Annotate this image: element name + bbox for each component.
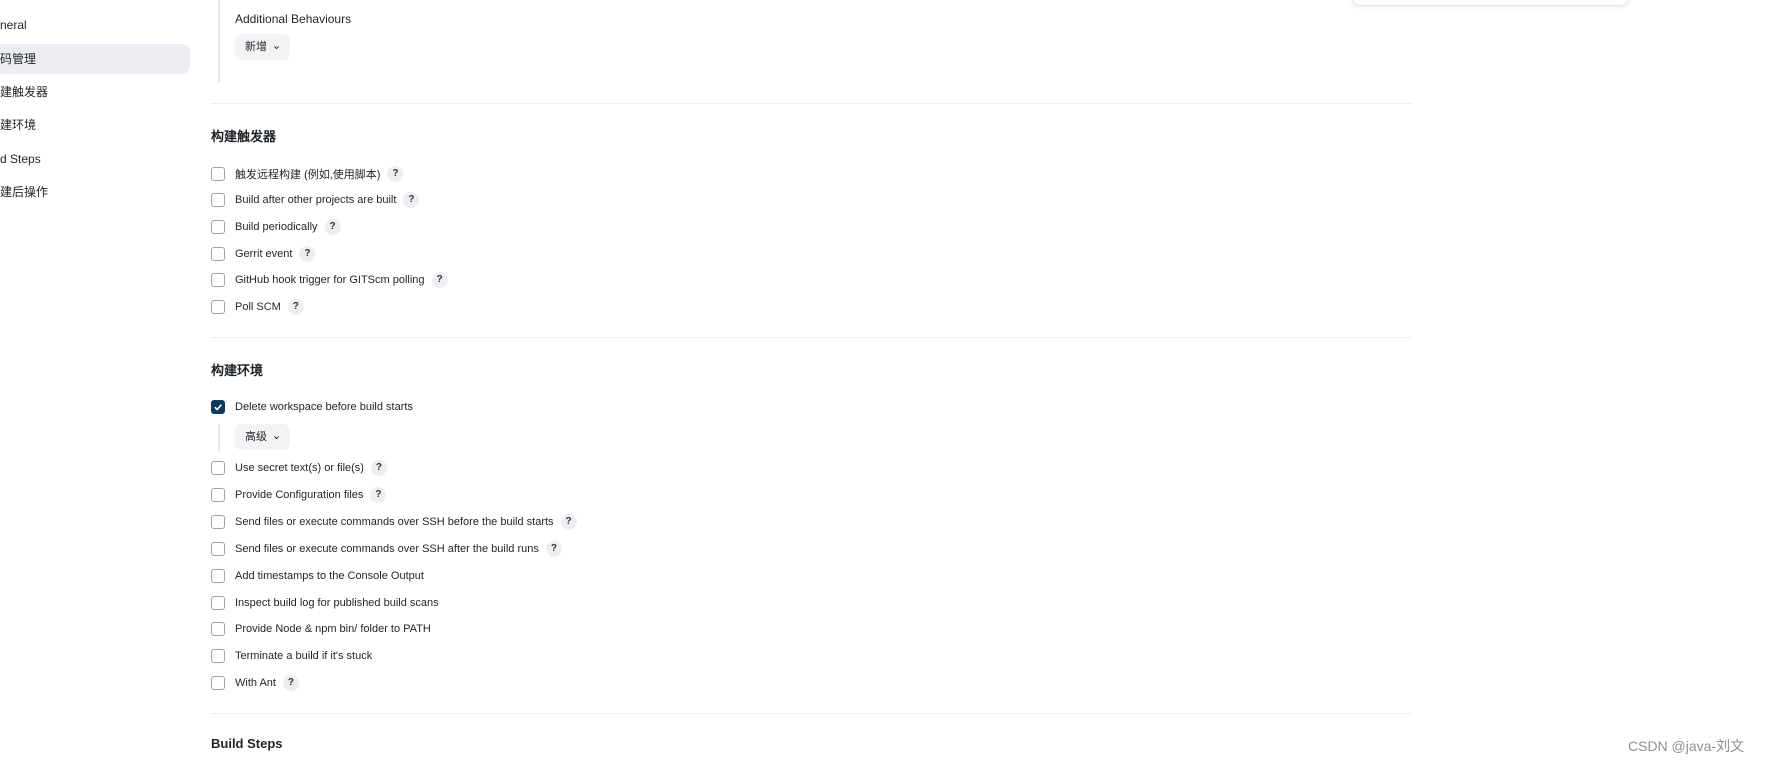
- trigger-remote-checkbox[interactable]: [211, 167, 225, 181]
- trigger-option-row[interactable]: Build after other projects are built ?: [211, 191, 420, 209]
- env-option-row[interactable]: Provide Node & npm bin/ folder to PATH: [211, 620, 431, 638]
- add-behaviour-label: 新增: [245, 41, 267, 53]
- ssh-after-build-checkbox[interactable]: [211, 542, 225, 556]
- env-option-label: Terminate a build if it's stuck: [235, 650, 373, 662]
- help-icon[interactable]: ?: [287, 299, 304, 315]
- trigger-option-label: Gerrit event: [235, 248, 293, 260]
- sidebar-item-build-triggers[interactable]: 建触发器: [0, 77, 190, 107]
- trigger-periodically-checkbox[interactable]: [211, 220, 225, 234]
- trigger-option-label: Build after other projects are built: [235, 194, 397, 206]
- build-steps-title: Build Steps: [211, 736, 283, 751]
- env-option-row[interactable]: Inspect build log for published build sc…: [211, 594, 439, 612]
- sidebar-item-post-build-actions[interactable]: 建后操作: [0, 177, 190, 207]
- help-icon[interactable]: ?: [370, 487, 387, 503]
- env-option-row[interactable]: With Ant ?: [211, 674, 299, 692]
- section-divider: [211, 713, 1412, 714]
- env-option-label: Provide Configuration files: [235, 489, 364, 501]
- build-triggers-title: 构建触发器: [211, 129, 277, 144]
- config-files-checkbox[interactable]: [211, 488, 225, 502]
- watermark: CSDN @java-刘文: [1628, 738, 1745, 754]
- env-option-row[interactable]: Terminate a build if it's stuck: [211, 647, 372, 665]
- trigger-option-label: Build periodically: [235, 221, 318, 233]
- env-option-row[interactable]: Send files or execute commands over SSH …: [211, 513, 577, 531]
- trigger-option-row[interactable]: Gerrit event ?: [211, 245, 316, 263]
- section-divider: [211, 103, 1412, 104]
- chevron-down-icon: [274, 435, 279, 439]
- env-option-label: Provide Node & npm bin/ folder to PATH: [235, 623, 431, 635]
- sidebar: neral 码管理 建触发器 建环境 d Steps 建后操作: [0, 0, 192, 762]
- env-option-label: Send files or execute commands over SSH …: [235, 543, 539, 555]
- env-option-label: Inspect build log for published build sc…: [235, 597, 439, 609]
- help-icon[interactable]: ?: [370, 460, 387, 476]
- help-icon[interactable]: ?: [545, 541, 562, 557]
- chevron-down-icon: [274, 45, 279, 49]
- timestamps-checkbox[interactable]: [211, 569, 225, 583]
- trigger-option-row[interactable]: Build periodically ?: [211, 218, 341, 236]
- trigger-option-row[interactable]: Poll SCM ?: [211, 298, 304, 316]
- inspect-build-log-checkbox[interactable]: [211, 596, 225, 610]
- env-option-row[interactable]: Use secret text(s) or file(s) ?: [211, 459, 387, 477]
- sidebar-item-build-steps[interactable]: d Steps: [0, 144, 190, 174]
- env-option-row[interactable]: Delete workspace before build starts: [211, 398, 413, 416]
- checkmark-icon: [214, 404, 223, 411]
- help-icon[interactable]: ?: [560, 514, 577, 530]
- help-icon[interactable]: ?: [324, 219, 341, 235]
- add-behaviour-button[interactable]: 新增: [235, 34, 290, 60]
- trigger-option-label: 触发远程构建 (例如,使用脚本): [235, 169, 381, 181]
- sidebar-item-build-environment[interactable]: 建环境: [0, 110, 190, 140]
- ssh-before-build-checkbox[interactable]: [211, 515, 225, 529]
- env-option-label: With Ant: [235, 677, 276, 689]
- help-icon[interactable]: ?: [387, 166, 404, 182]
- trigger-option-row[interactable]: GitHub hook trigger for GITScm polling ?: [211, 271, 448, 289]
- help-icon[interactable]: ?: [403, 192, 420, 208]
- help-icon[interactable]: ?: [282, 675, 299, 691]
- trigger-gerrit-event-checkbox[interactable]: [211, 247, 225, 261]
- env-option-label: Send files or execute commands over SSH …: [235, 516, 554, 528]
- sidebar-item-source-code-management[interactable]: 码管理: [0, 44, 190, 74]
- env-option-row[interactable]: Send files or execute commands over SSH …: [211, 540, 562, 558]
- trigger-github-hook-checkbox[interactable]: [211, 273, 225, 287]
- section-divider: [211, 337, 1412, 338]
- sidebar-item-general[interactable]: neral: [0, 10, 190, 40]
- build-environment-title: 构建环境: [211, 363, 264, 378]
- env-option-row[interactable]: Add timestamps to the Console Output: [211, 567, 424, 585]
- env-option-label: Use secret text(s) or file(s): [235, 462, 364, 474]
- advanced-button[interactable]: 高级: [235, 424, 290, 450]
- delete-workspace-label: Delete workspace before build starts: [235, 401, 413, 413]
- env-option-row[interactable]: Provide Configuration files ?: [211, 486, 387, 504]
- additional-behaviours-label: Additional Behaviours: [235, 12, 352, 26]
- terminate-stuck-build-checkbox[interactable]: [211, 649, 225, 663]
- trigger-option-label: GitHub hook trigger for GITScm polling: [235, 274, 425, 286]
- trigger-after-other-projects-checkbox[interactable]: [211, 193, 225, 207]
- node-npm-path-checkbox[interactable]: [211, 622, 225, 636]
- help-icon[interactable]: ?: [299, 246, 316, 262]
- nested-section-rule: [218, 0, 220, 82]
- trigger-option-row[interactable]: 触发远程构建 (例如,使用脚本) ?: [211, 165, 404, 183]
- trigger-poll-scm-checkbox[interactable]: [211, 300, 225, 314]
- nested-section-rule: [218, 424, 220, 452]
- delete-workspace-checkbox[interactable]: [211, 400, 225, 414]
- with-ant-checkbox[interactable]: [211, 676, 225, 690]
- trigger-option-label: Poll SCM: [235, 301, 281, 313]
- secret-text-checkbox[interactable]: [211, 461, 225, 475]
- help-icon[interactable]: ?: [431, 272, 448, 288]
- env-option-label: Add timestamps to the Console Output: [235, 570, 424, 582]
- dropdown-popup: [1352, 0, 1629, 6]
- advanced-label: 高级: [245, 431, 267, 443]
